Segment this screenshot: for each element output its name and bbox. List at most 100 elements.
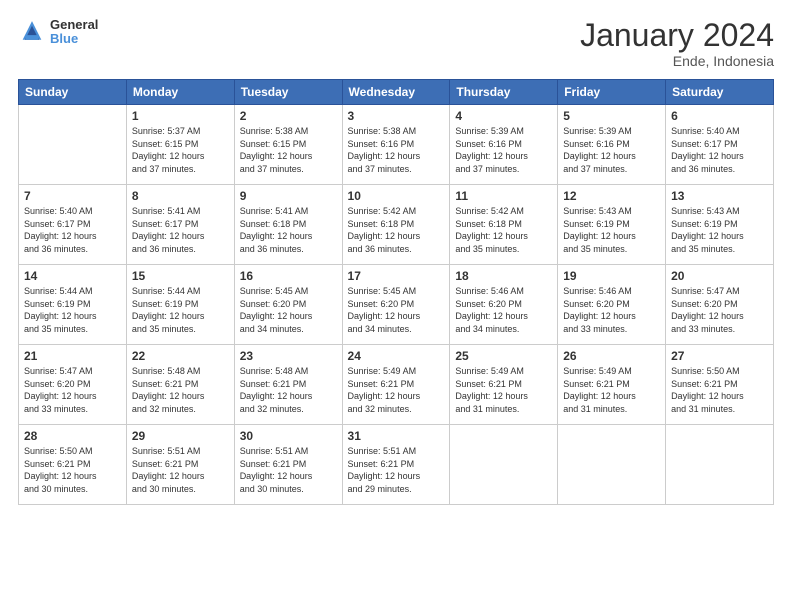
calendar-cell: 5 Sunrise: 5:39 AMSunset: 6:16 PMDaylight… (558, 105, 666, 185)
day-number: 16 (240, 269, 337, 283)
weekday-header-row: SundayMondayTuesdayWednesdayThursdayFrid… (19, 80, 774, 105)
day-number: 23 (240, 349, 337, 363)
day-info: Sunrise: 5:44 AMSunset: 6:19 PMDaylight:… (132, 285, 229, 335)
week-row-1: 1 Sunrise: 5:37 AMSunset: 6:15 PMDaylight… (19, 105, 774, 185)
day-info: Sunrise: 5:49 AMSunset: 6:21 PMDaylight:… (348, 365, 445, 415)
day-info: Sunrise: 5:41 AMSunset: 6:18 PMDaylight:… (240, 205, 337, 255)
calendar-cell: 25 Sunrise: 5:49 AMSunset: 6:21 PMDayligh… (450, 345, 558, 425)
day-number: 22 (132, 349, 229, 363)
logo-line2: Blue (50, 32, 98, 46)
logo-text: General Blue (50, 18, 98, 47)
calendar-cell: 29 Sunrise: 5:51 AMSunset: 6:21 PMDayligh… (126, 425, 234, 505)
day-info: Sunrise: 5:42 AMSunset: 6:18 PMDaylight:… (455, 205, 552, 255)
calendar-cell: 24 Sunrise: 5:49 AMSunset: 6:21 PMDayligh… (342, 345, 450, 425)
logo: General Blue (18, 18, 98, 47)
day-number: 9 (240, 189, 337, 203)
weekday-header-thursday: Thursday (450, 80, 558, 105)
calendar-cell: 28 Sunrise: 5:50 AMSunset: 6:21 PMDayligh… (19, 425, 127, 505)
calendar-cell (558, 425, 666, 505)
day-info: Sunrise: 5:51 AMSunset: 6:21 PMDaylight:… (240, 445, 337, 495)
calendar-cell: 4Sunrise: 5:39 AMSunset: 6:16 PMDaylight… (450, 105, 558, 185)
calendar-cell: 3 Sunrise: 5:38 AMSunset: 6:16 PMDaylight… (342, 105, 450, 185)
day-number: 15 (132, 269, 229, 283)
day-info: Sunrise: 5:48 AMSunset: 6:21 PMDaylight:… (132, 365, 229, 415)
day-info: Sunrise: 5:41 AMSunset: 6:17 PMDaylight:… (132, 205, 229, 255)
day-info: Sunrise: 5:51 AMSunset: 6:21 PMDaylight:… (132, 445, 229, 495)
day-info: Sunrise: 5:46 AMSunset: 6:20 PMDaylight:… (563, 285, 660, 335)
day-info: Sunrise: 5:45 AMSunset: 6:20 PMDaylight:… (348, 285, 445, 335)
day-number: 13 (671, 189, 768, 203)
day-number: 11 (455, 189, 552, 203)
calendar-cell: 12 Sunrise: 5:43 AMSunset: 6:19 PMDayligh… (558, 185, 666, 265)
calendar-cell: 18Sunrise: 5:46 AMSunset: 6:20 PMDayligh… (450, 265, 558, 345)
calendar-cell (19, 105, 127, 185)
weekday-header-monday: Monday (126, 80, 234, 105)
day-info: Sunrise: 5:50 AMSunset: 6:21 PMDaylight:… (671, 365, 768, 415)
day-info: Sunrise: 5:38 AMSunset: 6:16 PMDaylight:… (348, 125, 445, 175)
week-row-5: 28 Sunrise: 5:50 AMSunset: 6:21 PMDayligh… (19, 425, 774, 505)
day-number: 4 (455, 109, 552, 123)
calendar-cell: 6Sunrise: 5:40 AMSunset: 6:17 PMDaylight… (666, 105, 774, 185)
day-number: 14 (24, 269, 121, 283)
day-info: Sunrise: 5:44 AMSunset: 6:19 PMDaylight:… (24, 285, 121, 335)
day-number: 24 (348, 349, 445, 363)
day-info: Sunrise: 5:49 AMSunset: 6:21 PMDaylight:… (455, 365, 552, 415)
logo-icon (18, 18, 46, 46)
calendar-cell: 13Sunrise: 5:43 AMSunset: 6:19 PMDayligh… (666, 185, 774, 265)
calendar-cell: 30 Sunrise: 5:51 AMSunset: 6:21 PMDayligh… (234, 425, 342, 505)
day-number: 12 (563, 189, 660, 203)
day-info: Sunrise: 5:49 AMSunset: 6:21 PMDaylight:… (563, 365, 660, 415)
calendar-cell: 1 Sunrise: 5:37 AMSunset: 6:15 PMDaylight… (126, 105, 234, 185)
calendar-cell: 21 Sunrise: 5:47 AMSunset: 6:20 PMDayligh… (19, 345, 127, 425)
day-info: Sunrise: 5:46 AMSunset: 6:20 PMDaylight:… (455, 285, 552, 335)
calendar-cell: 10Sunrise: 5:42 AMSunset: 6:18 PMDayligh… (342, 185, 450, 265)
calendar-cell: 27 Sunrise: 5:50 AMSunset: 6:21 PMDayligh… (666, 345, 774, 425)
calendar-cell: 16 Sunrise: 5:45 AMSunset: 6:20 PMDayligh… (234, 265, 342, 345)
logo-line1: General (50, 18, 98, 32)
calendar-cell: 15 Sunrise: 5:44 AMSunset: 6:19 PMDayligh… (126, 265, 234, 345)
calendar-cell: 7Sunrise: 5:40 AMSunset: 6:17 PMDaylight… (19, 185, 127, 265)
week-row-2: 7Sunrise: 5:40 AMSunset: 6:17 PMDaylight… (19, 185, 774, 265)
day-number: 6 (671, 109, 768, 123)
day-info: Sunrise: 5:47 AMSunset: 6:20 PMDaylight:… (24, 365, 121, 415)
calendar-cell: 23Sunrise: 5:48 AMSunset: 6:21 PMDayligh… (234, 345, 342, 425)
day-info: Sunrise: 5:39 AMSunset: 6:16 PMDaylight:… (563, 125, 660, 175)
calendar-cell: 9 Sunrise: 5:41 AMSunset: 6:18 PMDaylight… (234, 185, 342, 265)
calendar-cell: 14 Sunrise: 5:44 AMSunset: 6:19 PMDayligh… (19, 265, 127, 345)
day-number: 8 (132, 189, 229, 203)
calendar-cell: 26 Sunrise: 5:49 AMSunset: 6:21 PMDayligh… (558, 345, 666, 425)
day-number: 3 (348, 109, 445, 123)
day-number: 5 (563, 109, 660, 123)
day-number: 29 (132, 429, 229, 443)
header: General Blue January 2024 Ende, Indonesi… (18, 18, 774, 69)
day-number: 2 (240, 109, 337, 123)
calendar-cell: 8 Sunrise: 5:41 AMSunset: 6:17 PMDaylight… (126, 185, 234, 265)
day-number: 19 (563, 269, 660, 283)
day-number: 26 (563, 349, 660, 363)
calendar-cell: 11 Sunrise: 5:42 AMSunset: 6:18 PMDayligh… (450, 185, 558, 265)
day-number: 27 (671, 349, 768, 363)
day-info: Sunrise: 5:50 AMSunset: 6:21 PMDaylight:… (24, 445, 121, 495)
weekday-header-tuesday: Tuesday (234, 80, 342, 105)
day-number: 20 (671, 269, 768, 283)
day-info: Sunrise: 5:43 AMSunset: 6:19 PMDaylight:… (563, 205, 660, 255)
day-number: 28 (24, 429, 121, 443)
day-info: Sunrise: 5:37 AMSunset: 6:15 PMDaylight:… (132, 125, 229, 175)
day-number: 7 (24, 189, 121, 203)
calendar-cell (450, 425, 558, 505)
calendar-title: January 2024 (580, 18, 774, 53)
calendar-subtitle: Ende, Indonesia (580, 53, 774, 69)
day-number: 25 (455, 349, 552, 363)
weekday-header-friday: Friday (558, 80, 666, 105)
calendar-cell: 22 Sunrise: 5:48 AMSunset: 6:21 PMDayligh… (126, 345, 234, 425)
weekday-header-wednesday: Wednesday (342, 80, 450, 105)
weekday-header-sunday: Sunday (19, 80, 127, 105)
day-info: Sunrise: 5:45 AMSunset: 6:20 PMDaylight:… (240, 285, 337, 335)
calendar-cell: 31Sunrise: 5:51 AMSunset: 6:21 PMDayligh… (342, 425, 450, 505)
week-row-3: 14 Sunrise: 5:44 AMSunset: 6:19 PMDayligh… (19, 265, 774, 345)
day-number: 30 (240, 429, 337, 443)
day-number: 1 (132, 109, 229, 123)
day-number: 31 (348, 429, 445, 443)
day-number: 21 (24, 349, 121, 363)
week-row-4: 21 Sunrise: 5:47 AMSunset: 6:20 PMDayligh… (19, 345, 774, 425)
